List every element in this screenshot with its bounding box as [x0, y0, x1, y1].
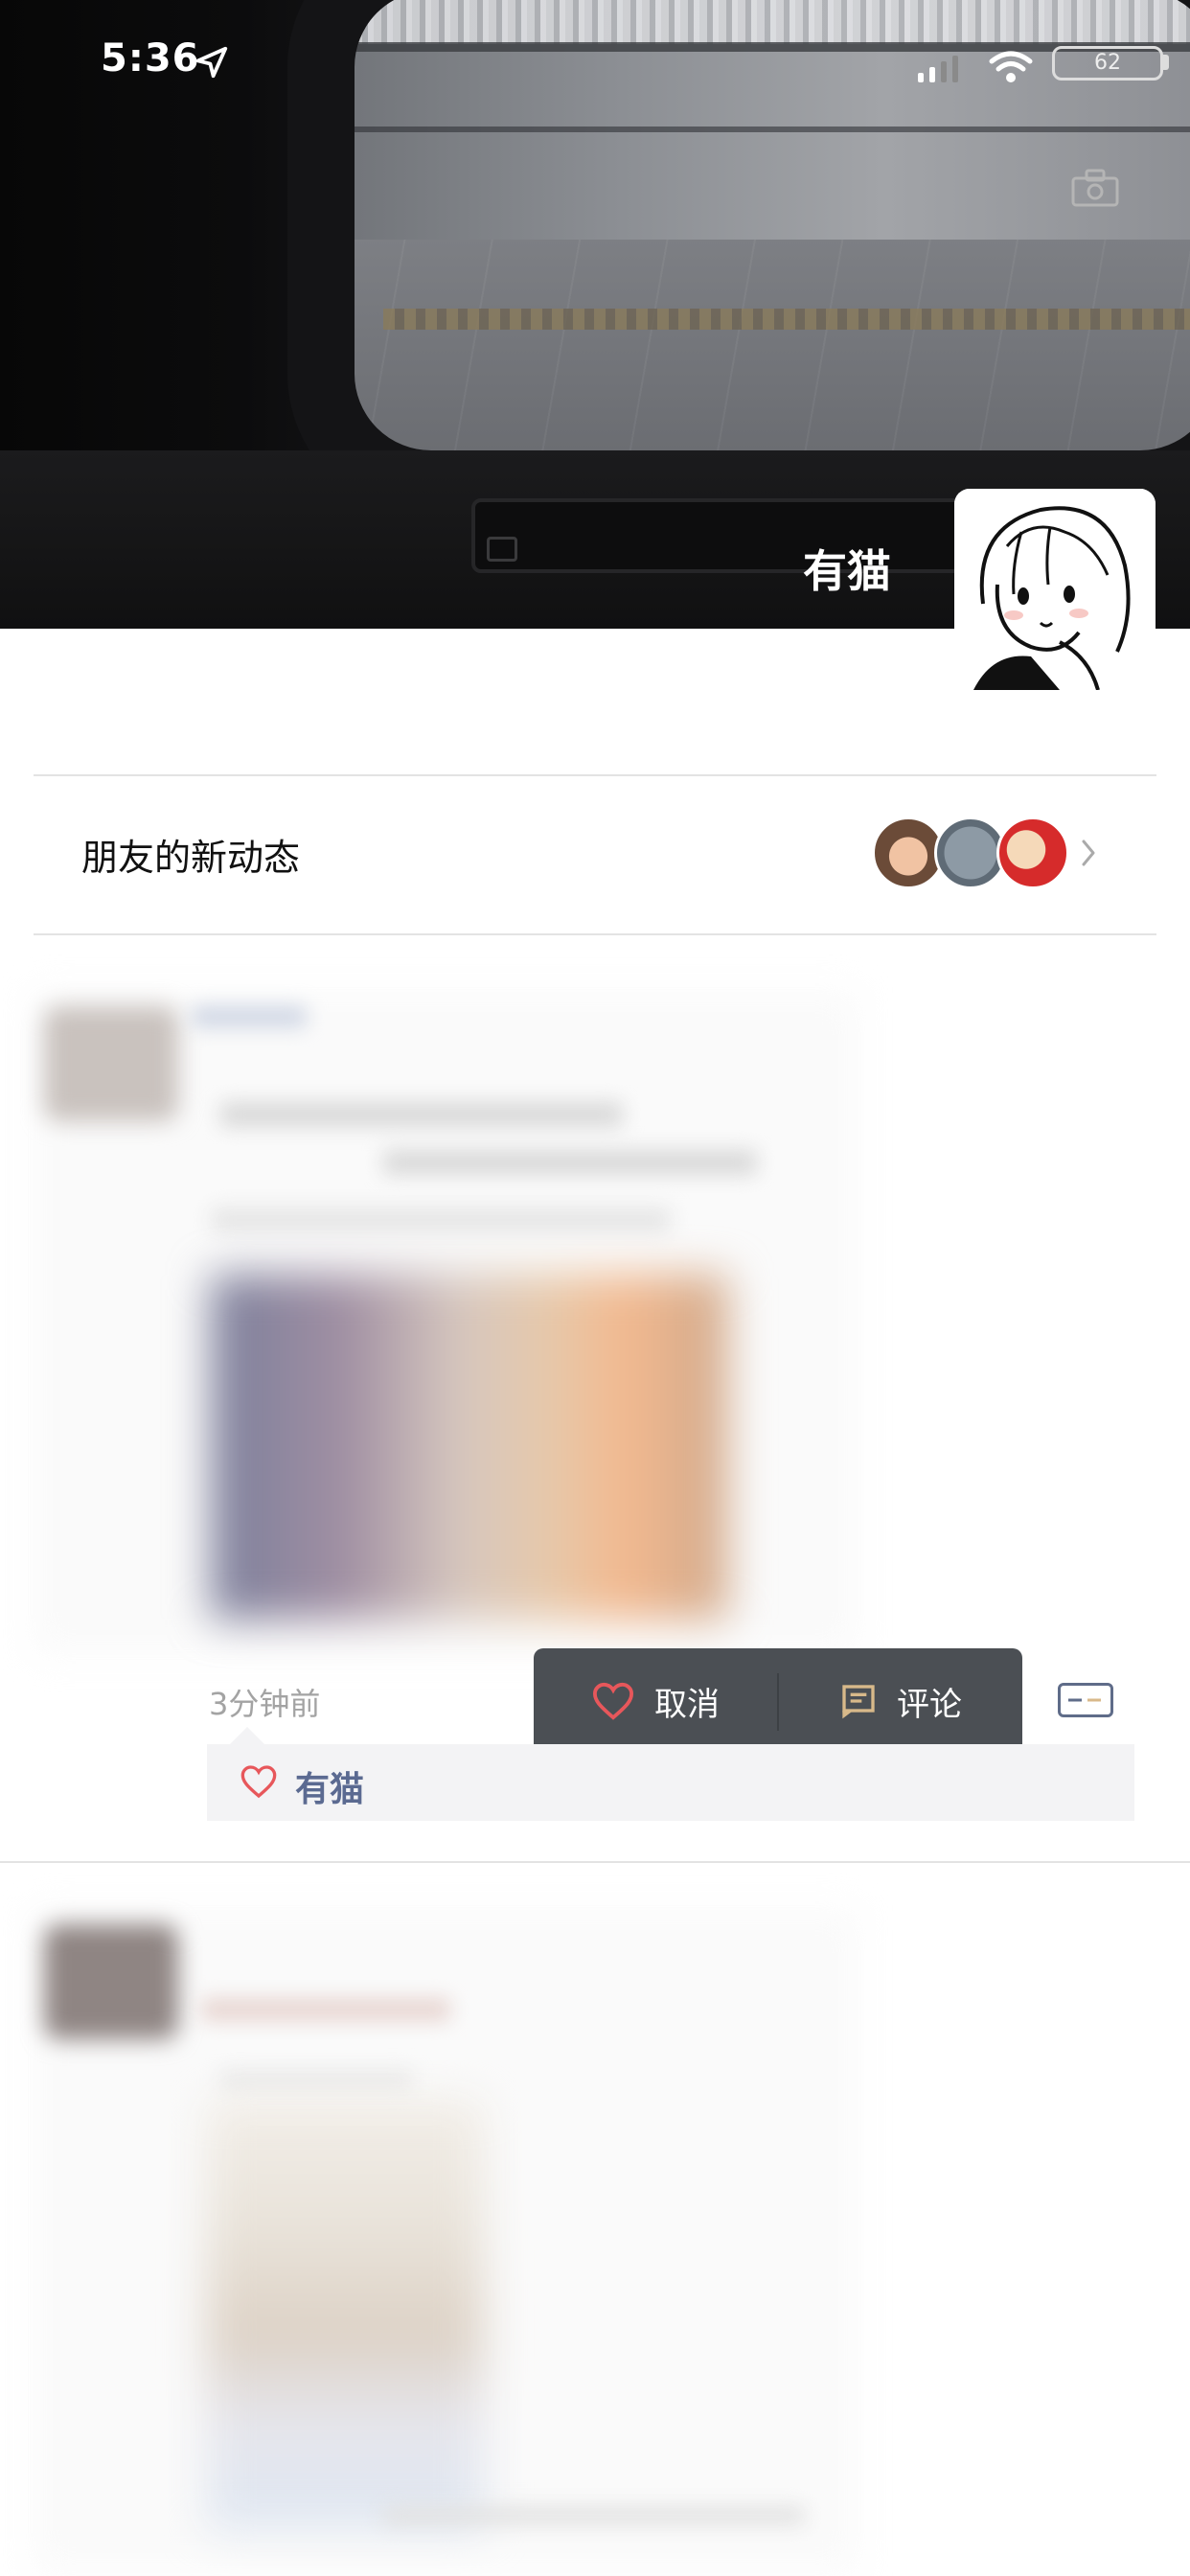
likes-arrow [230, 1727, 264, 1744]
wifi-icon [989, 51, 1033, 82]
post-text-line [201, 1998, 450, 2021]
more-icon[interactable] [1058, 1683, 1113, 1717]
like-cancel-label: 取消 [654, 1685, 720, 1724]
friends-updates-label: 朋友的新动态 [81, 837, 301, 879]
vent-slot [487, 537, 517, 562]
likes-box: 有猫 [207, 1744, 1134, 1821]
profile-name[interactable]: 有猫 [747, 537, 891, 600]
post-username[interactable] [192, 1006, 307, 1027]
battery-level: 62 [1094, 51, 1121, 75]
liked-by-name[interactable]: 有猫 [295, 1761, 364, 1811]
comment-icon [842, 1685, 875, 1719]
chevron-right-icon [1082, 840, 1095, 866]
divider [0, 1861, 1190, 1863]
profile-avatar[interactable] [954, 489, 1156, 690]
friend-avatar [996, 816, 1069, 889]
post-avatar[interactable] [44, 1924, 178, 2039]
comment-button[interactable]: 评论 [779, 1648, 1022, 1754]
post-image[interactable] [211, 1275, 728, 1620]
post-text-line [220, 2070, 412, 2093]
camera-icon[interactable] [1071, 169, 1119, 207]
battery-icon: 62 [1052, 46, 1163, 80]
heart-icon [240, 1765, 277, 1799]
comment-label: 评论 [897, 1685, 962, 1724]
more-dashes [1068, 1698, 1101, 1702]
post-text-line [211, 1208, 671, 1232]
post-text-line [383, 2506, 805, 2525]
signal-icon [918, 56, 958, 82]
divider [34, 933, 1156, 935]
battery-cap [1163, 55, 1169, 70]
status-time: 5:36 [101, 36, 200, 80]
post-text-line [220, 1102, 623, 1127]
friends-updates-row[interactable]: 朋友的新动态 [34, 776, 1156, 935]
action-popup: 取消 评论 [534, 1648, 1022, 1754]
post-time: 3分钟前 [209, 1686, 321, 1722]
like-cancel-button[interactable]: 取消 [534, 1648, 777, 1754]
location-arrow-icon [195, 46, 228, 79]
avatar-illustration [954, 489, 1156, 690]
post-image[interactable] [206, 2099, 484, 2530]
heart-icon [592, 1682, 634, 1720]
post-text-line [383, 1150, 757, 1175]
post-avatar[interactable] [44, 1006, 178, 1121]
